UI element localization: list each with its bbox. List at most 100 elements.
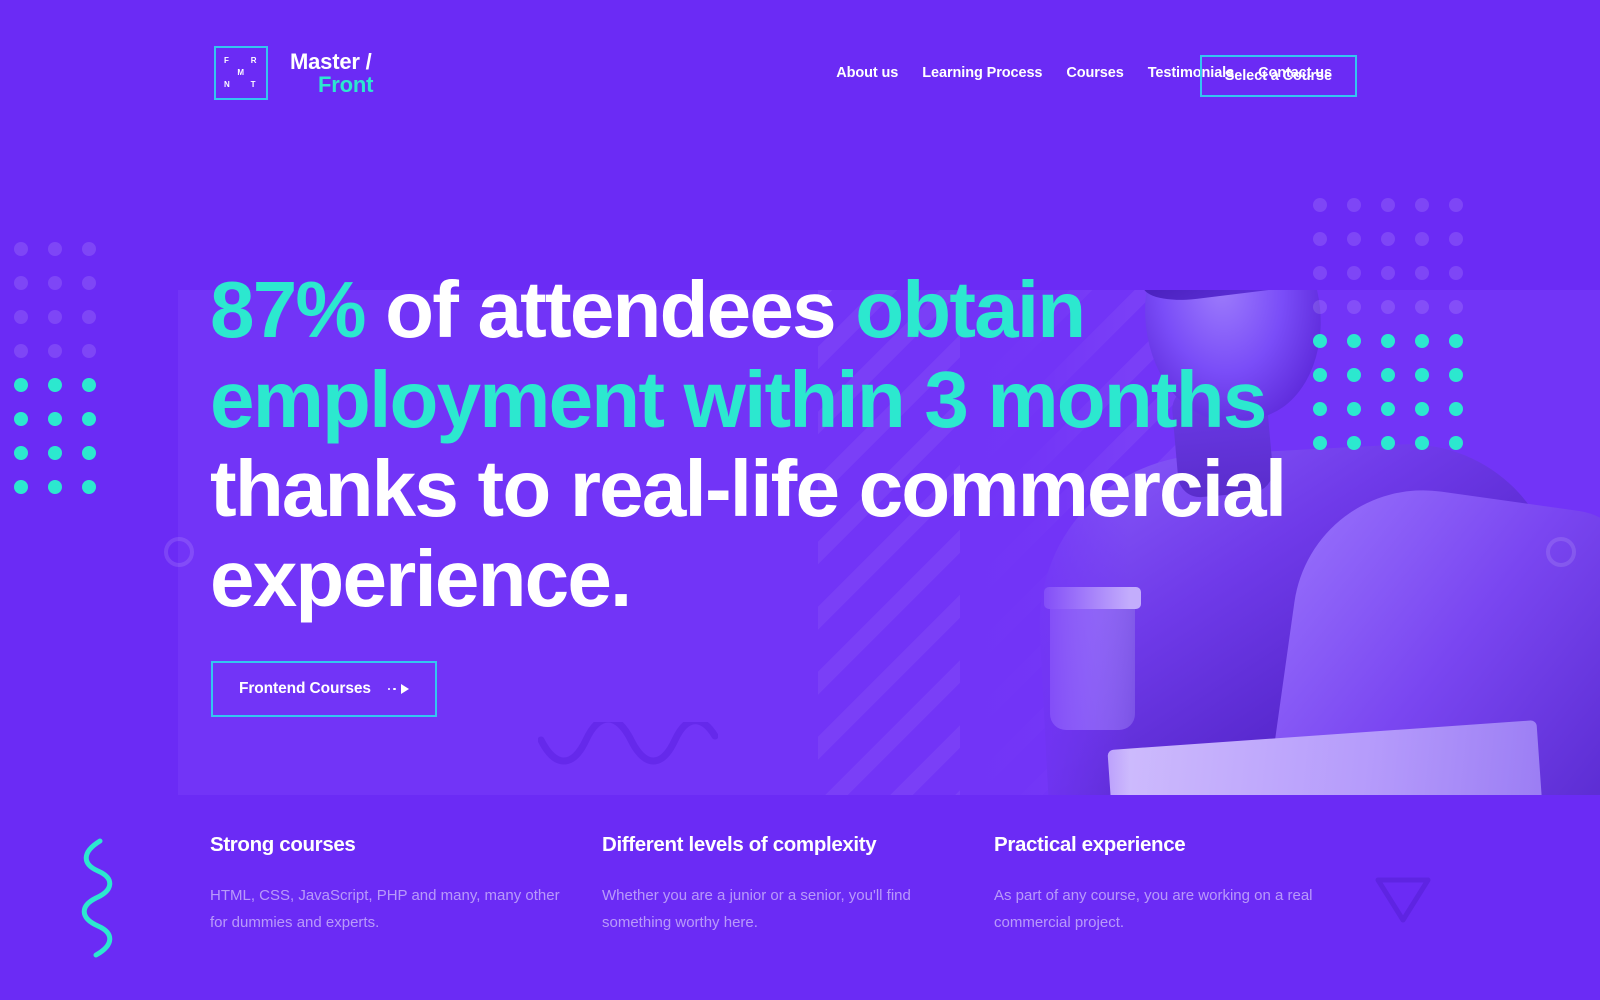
decor-dot (14, 344, 28, 358)
decor-dot (82, 310, 96, 324)
decor-dot-teal (1449, 368, 1463, 382)
decor-dot-teal (82, 412, 96, 426)
feature-card: Practical experience As part of any cour… (994, 833, 1410, 937)
decor-dot (1415, 198, 1429, 212)
feature-text: HTML, CSS, JavaScript, PHP and many, man… (210, 887, 560, 932)
decor-dot-grid-right (1313, 198, 1483, 470)
headline-text-1: of attendees (364, 265, 856, 354)
feature-title: Strong courses (210, 833, 356, 856)
decor-dot (48, 242, 62, 256)
decor-dot-teal (14, 412, 28, 426)
decor-dot (48, 344, 62, 358)
decor-dot-teal (82, 446, 96, 460)
decor-dot-teal (1313, 368, 1327, 382)
nav-item-about-us[interactable]: About us (836, 65, 898, 81)
decor-dot (14, 310, 28, 324)
feature-text: As part of any course, you are working o… (994, 887, 1313, 932)
logo-letter-r: R (250, 56, 257, 65)
decor-dot (1415, 232, 1429, 246)
decor-dot (1381, 266, 1395, 280)
decor-dot-teal (1415, 436, 1429, 450)
decor-dot-teal (1415, 368, 1429, 382)
decor-dot (14, 276, 28, 290)
decor-dot (82, 242, 96, 256)
headline-text-2: thanks to real-life commercial experienc… (210, 444, 1287, 623)
decor-dot (1313, 300, 1327, 314)
brand-name-line2: Front (318, 72, 374, 97)
decor-dot-teal (1449, 334, 1463, 348)
decor-ring-right (1546, 537, 1576, 567)
decor-dot (14, 242, 28, 256)
decor-dot (1449, 266, 1463, 280)
decor-dot-teal (48, 412, 62, 426)
decor-dot (48, 276, 62, 290)
decor-dot (1449, 198, 1463, 212)
hero-headline: 87% of attendees obtain employment withi… (210, 265, 1390, 623)
decor-dot (1449, 300, 1463, 314)
logo-letter-n: N (224, 80, 231, 89)
decor-dot-teal (1347, 402, 1361, 416)
decor-dot (82, 276, 96, 290)
decor-dot-teal (48, 446, 62, 460)
feature-list: Strong courses HTML, CSS, JavaScript, PH… (210, 833, 1410, 937)
decor-dot-teal (48, 480, 62, 494)
dotted-arrow-icon (387, 684, 409, 694)
decor-ring-left (164, 537, 194, 567)
logo-letter-t: T (250, 80, 256, 89)
decor-dot (1449, 232, 1463, 246)
decor-dot-teal (1313, 334, 1327, 348)
decor-dot-teal (1415, 402, 1429, 416)
decor-dot (1313, 198, 1327, 212)
brand-logo[interactable]: F R M N T Master / Front (214, 46, 373, 100)
decor-dot-teal (1449, 436, 1463, 450)
decor-dot-teal (1347, 436, 1361, 450)
decor-dot-teal (1449, 402, 1463, 416)
frontend-courses-button[interactable]: Frontend Courses (211, 661, 437, 717)
decor-dot (48, 310, 62, 324)
decor-dot-teal (48, 378, 62, 392)
nav-item-learning-process[interactable]: Learning Process (922, 65, 1042, 81)
decor-dot (1381, 198, 1395, 212)
decor-dot (1313, 266, 1327, 280)
decor-dot-teal (1347, 368, 1361, 382)
feature-card: Different levels of complexity Whether y… (602, 833, 994, 937)
decor-dot-teal (1381, 402, 1395, 416)
decor-dot-grid-left (14, 242, 116, 514)
decor-dot-teal (1313, 402, 1327, 416)
decor-dot-teal (1381, 368, 1395, 382)
decor-dot (1347, 198, 1361, 212)
decor-dot (1415, 300, 1429, 314)
decor-dot-teal (1347, 334, 1361, 348)
frontend-courses-label: Frontend Courses (239, 680, 371, 697)
decor-dot-teal (82, 480, 96, 494)
decor-dot (82, 344, 96, 358)
decor-dot (1313, 232, 1327, 246)
decor-dot (1381, 232, 1395, 246)
decor-dot-teal (14, 378, 28, 392)
decor-dot-teal (82, 378, 96, 392)
decor-dot (1347, 300, 1361, 314)
landing-page: F R M N T Master / Front About us Learni… (0, 0, 1600, 1000)
decor-dot (1381, 300, 1395, 314)
brand-name-line1: Master / (290, 48, 372, 74)
site-header: F R M N T Master / Front About us Learni… (0, 0, 1600, 150)
select-a-course-button[interactable]: Select a Course (1199, 55, 1357, 97)
logo-letter-m: M (237, 68, 245, 77)
decor-dot-teal (1381, 334, 1395, 348)
logo-letter-f: F (224, 56, 230, 65)
feature-title: Different levels of complexity (602, 833, 877, 856)
decor-teal-squiggle (81, 838, 113, 958)
decor-dot-teal (1415, 334, 1429, 348)
headline-stat: 87% (210, 265, 367, 354)
nav-item-courses[interactable]: Courses (1066, 65, 1123, 81)
logo-mark-icon: F R M N T (214, 46, 268, 100)
decor-dot (1347, 232, 1361, 246)
decor-dot-teal (1381, 436, 1395, 450)
decor-dot-teal (14, 446, 28, 460)
feature-title: Practical experience (994, 833, 1186, 856)
decor-dot-teal (1313, 436, 1327, 450)
feature-text: Whether you are a junior or a senior, yo… (602, 887, 911, 932)
decor-dot-teal (14, 480, 28, 494)
decor-wave-line (538, 722, 718, 765)
feature-card: Strong courses HTML, CSS, JavaScript, PH… (210, 833, 602, 937)
